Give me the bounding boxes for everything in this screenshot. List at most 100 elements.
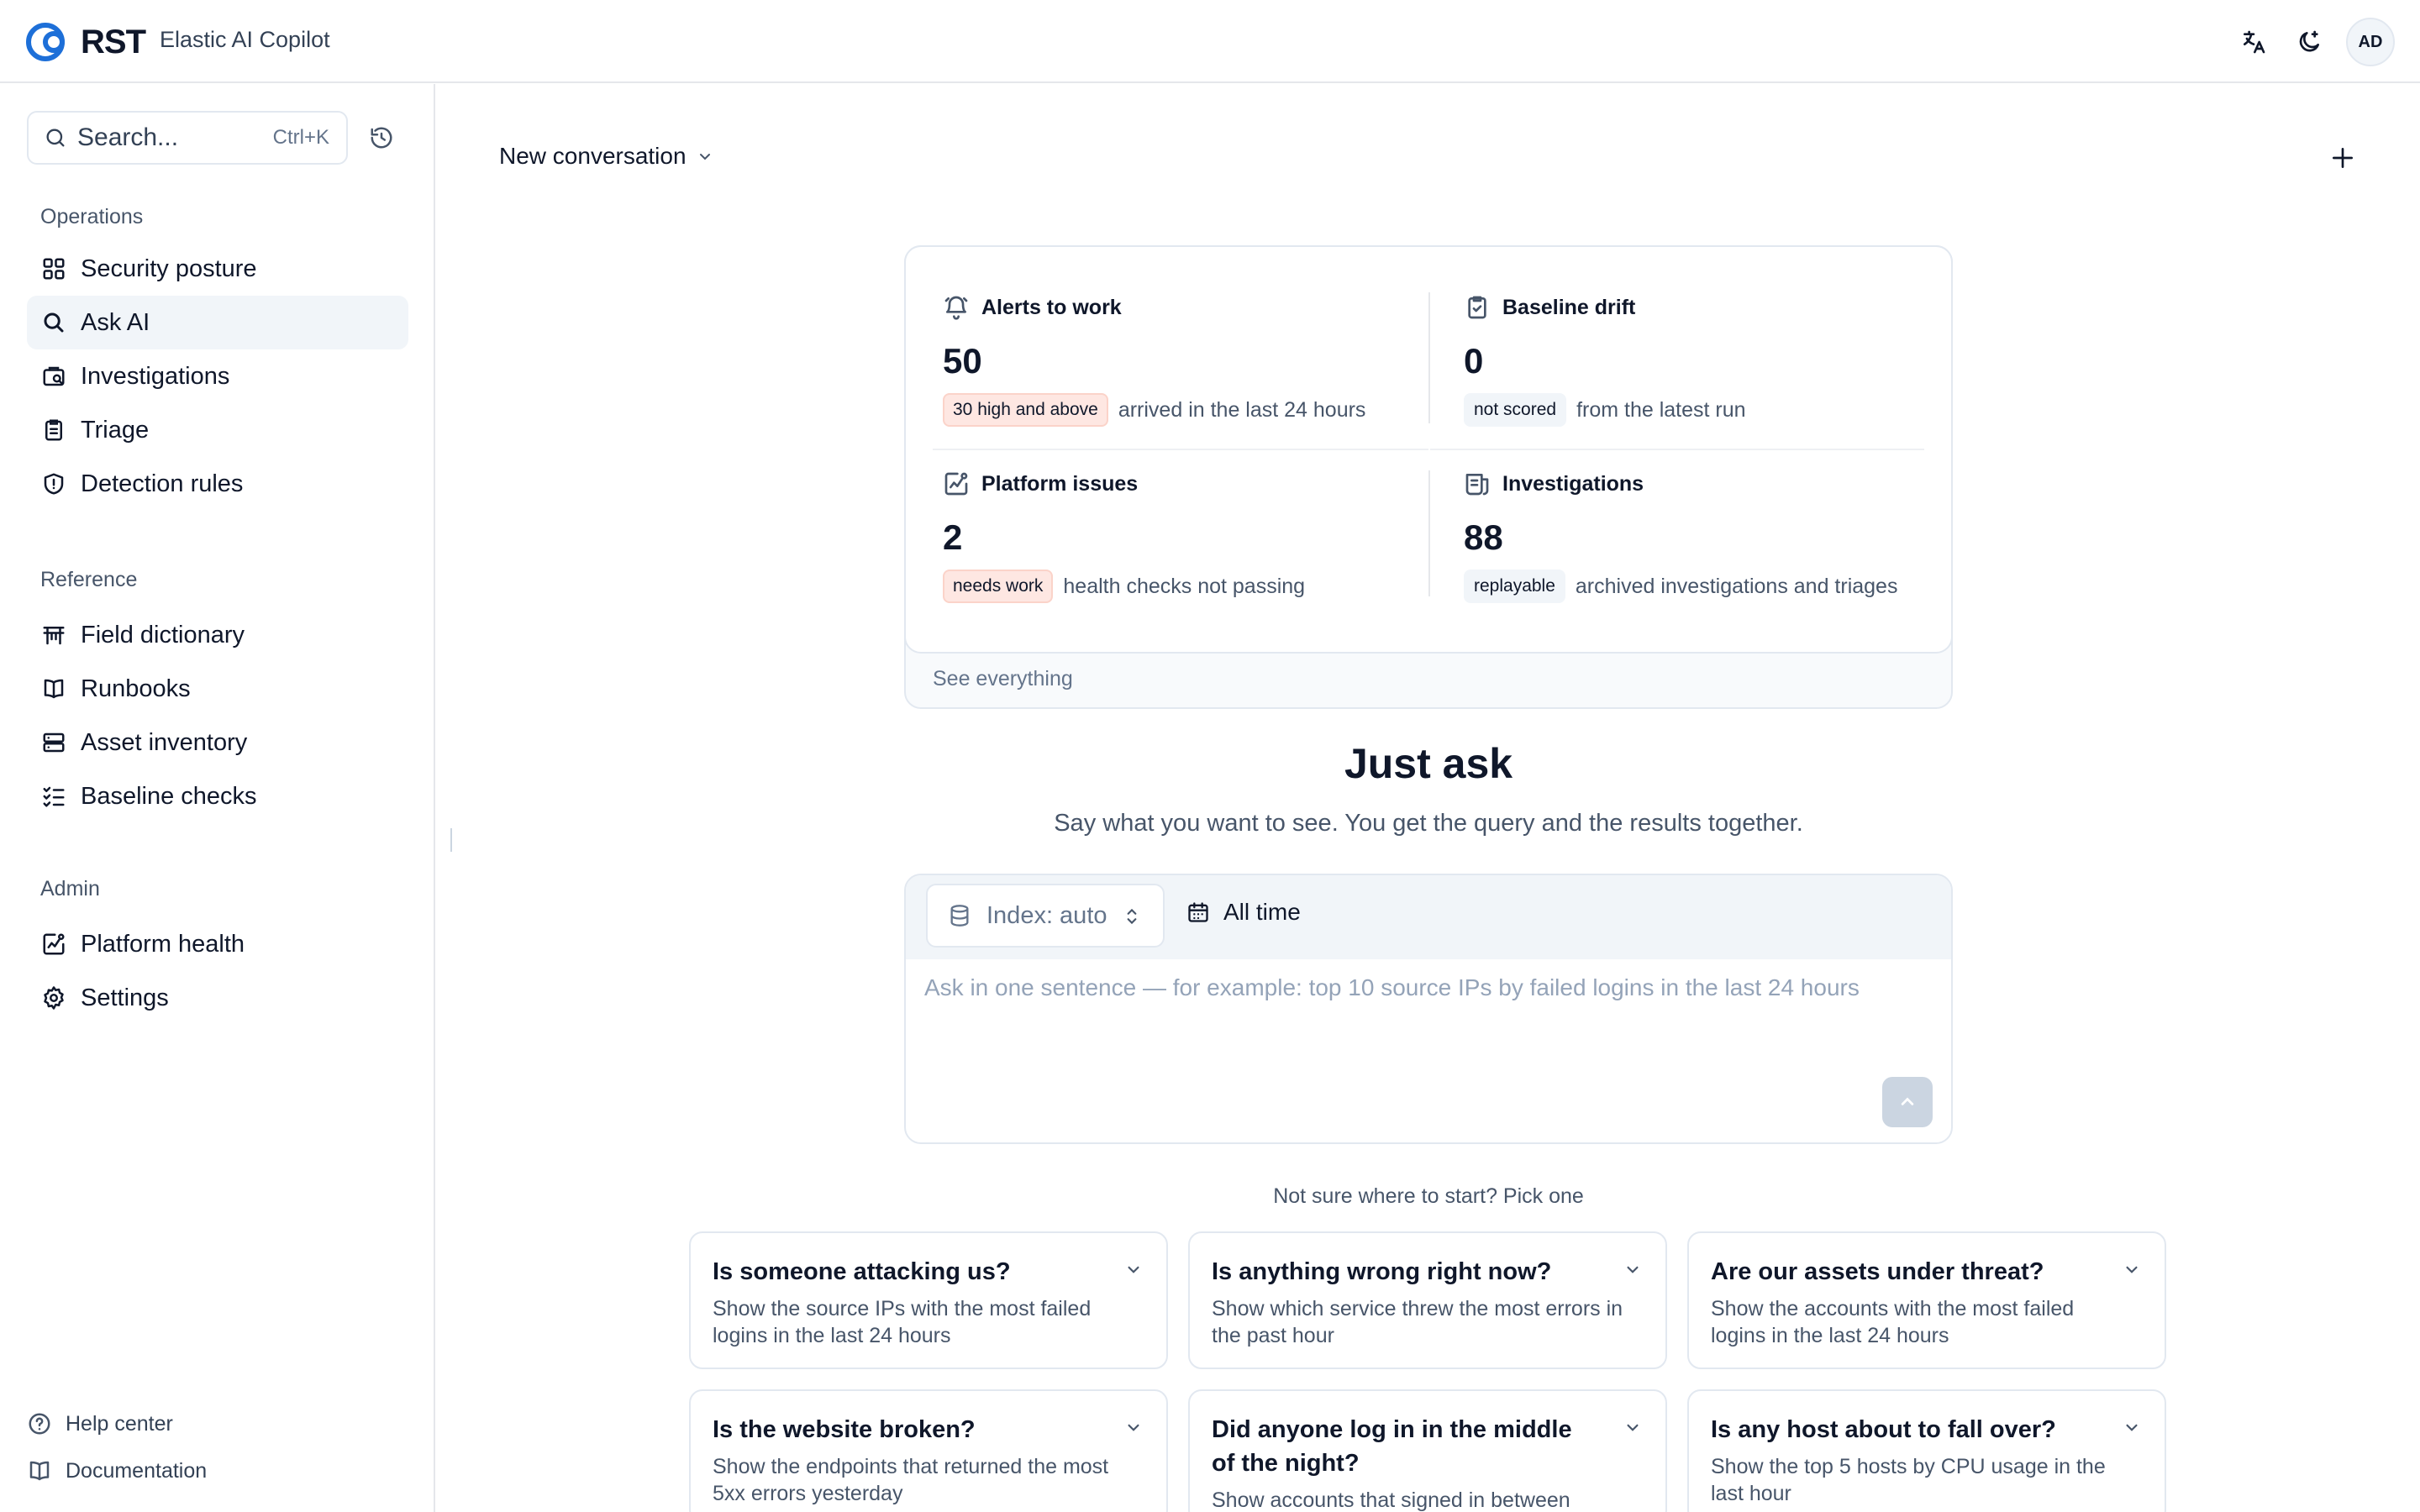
suggestion-question: Is any host about to fall over? <box>1711 1416 2056 1443</box>
suggestion-question: Did anyone log in in the middle of the n… <box>1212 1416 1572 1477</box>
chevron-down-icon <box>2126 1266 2138 1273</box>
sidebar-item-label: Runbooks <box>81 675 191 702</box>
book-icon <box>29 1461 50 1481</box>
stat-platform-issues[interactable]: Platform issues 2 needs work health chec… <box>943 470 1413 605</box>
stat-description: arrived in the last 24 hours <box>1118 397 1366 422</box>
database-icon <box>950 905 969 927</box>
index-selector[interactable]: Index: auto <box>926 884 1165 948</box>
sidebar-item-investigations[interactable]: Investigations <box>27 349 408 403</box>
history-icon[interactable] <box>365 121 398 155</box>
suggestions-title: Not sure where to start? Pick one <box>1273 1184 1584 1208</box>
suggestion-question: Is anything wrong right now? <box>1212 1258 1552 1285</box>
sidebar-resize-handle[interactable] <box>450 828 452 852</box>
stat-title: Investigations <box>1502 471 1644 496</box>
sidebar-item-baseline-checks[interactable]: Baseline checks <box>27 769 408 823</box>
stats-divider <box>1428 292 1430 423</box>
sidebar-item-settings[interactable]: Settings <box>27 971 408 1025</box>
prompt-input[interactable]: Ask in one sentence — for example: top 1… <box>924 974 1860 1001</box>
suggestion-card[interactable]: Is the website broken? Show the endpoint… <box>689 1389 1168 1512</box>
status-badge: not scored <box>1464 393 1567 427</box>
search-icon <box>40 309 67 336</box>
stats-divider <box>933 449 1428 450</box>
status-badge: needs work <box>943 570 1054 603</box>
sidebar-item-platform-health[interactable]: Platform health <box>27 917 408 971</box>
sidebar-item-label: Baseline checks <box>81 782 257 810</box>
stat-value: 88 <box>1464 517 1503 557</box>
stat-value: 0 <box>1464 341 1484 381</box>
hero-title: Just ask <box>1344 740 1513 787</box>
see-everything-link[interactable]: See everything <box>933 667 1073 691</box>
top-bar: RST Elastic AI Copilot AD <box>0 0 2420 83</box>
health-icon <box>40 931 67 958</box>
search-input[interactable]: Search... Ctrl+K <box>27 111 348 165</box>
stats-divider <box>1428 470 1430 596</box>
suggestion-card[interactable]: Did anyone log in in the middle of the n… <box>1188 1389 1667 1512</box>
sidebar-item-triage[interactable]: Triage <box>27 403 408 457</box>
search-shortcut: Ctrl+K <box>272 126 329 149</box>
sidebar-item-detection-rules[interactable]: Detection rules <box>27 457 408 511</box>
table-icon <box>40 622 67 648</box>
sidebar-item-asset-inventory[interactable]: Asset inventory <box>27 716 408 769</box>
hero-subtitle: Say what you want to see. You get the qu… <box>1054 810 1803 837</box>
health-icon <box>944 472 968 496</box>
suggestion-question: Is the website broken? <box>713 1416 976 1443</box>
conversation-title: New conversation <box>499 143 687 169</box>
suggestion-query: Show the accounts with the most failed l… <box>1711 1297 2075 1347</box>
checklist-icon <box>40 783 67 810</box>
conversation-selector[interactable]: New conversation <box>499 143 715 170</box>
stat-baseline-drift[interactable]: Baseline drift 0 not scored from the lat… <box>1464 294 1934 428</box>
new-conversation-button[interactable] <box>2324 139 2361 176</box>
sidebar: Search... Ctrl+K Operations Security pos… <box>0 84 435 1512</box>
documentation-link[interactable]: Documentation <box>27 1458 207 1483</box>
clipboard-icon <box>40 417 67 444</box>
stat-alerts-to-work[interactable]: Alerts to work 50 30 high and above arri… <box>943 294 1413 428</box>
chevron-down-icon <box>2126 1424 2138 1431</box>
calendar-icon <box>1188 902 1208 922</box>
stat-investigations[interactable]: Investigations 88 replayable archived in… <box>1464 470 1943 605</box>
suggestion-card[interactable]: Is someone attacking us? Show the source… <box>689 1231 1168 1369</box>
chevron-up-down-icon <box>1127 908 1137 925</box>
search-placeholder: Search... <box>77 123 179 151</box>
section-title-admin: Admin <box>40 877 100 900</box>
index-selector-label: Index: auto <box>986 901 1107 929</box>
sidebar-item-ask-ai[interactable]: Ask AI <box>27 296 408 349</box>
bell-icon <box>944 296 968 320</box>
suggestion-card[interactable]: Is any host about to fall over? Show the… <box>1687 1389 2166 1512</box>
sidebar-item-label: Settings <box>81 984 169 1011</box>
send-button[interactable] <box>1882 1077 1933 1127</box>
scroll-icon <box>1465 474 1489 496</box>
book-icon <box>40 675 67 702</box>
sidebar-item-label: Detection rules <box>81 470 244 497</box>
gear-icon <box>40 984 67 1011</box>
time-range-selector[interactable]: All time <box>1186 899 1301 926</box>
status-badge: 30 high and above <box>943 393 1108 427</box>
help-center-link[interactable]: Help center <box>27 1411 173 1436</box>
avatar[interactable]: AD <box>2346 18 2395 66</box>
sidebar-item-runbooks[interactable]: Runbooks <box>27 662 408 716</box>
suggestion-query: Show which service threw the most errors… <box>1212 1297 1623 1347</box>
sidebar-item-label: Triage <box>81 416 150 444</box>
logo[interactable]: RST <box>24 20 146 64</box>
suggestion-card[interactable]: Are our assets under threat? Show the ac… <box>1687 1231 2166 1369</box>
chevron-down-icon <box>1627 1424 1639 1431</box>
clipboard-check-icon <box>1468 296 1486 319</box>
sidebar-item-security-posture[interactable]: Security posture <box>27 242 408 296</box>
status-badge: replayable <box>1464 570 1565 603</box>
stat-title: Platform issues <box>981 471 1139 496</box>
case-icon <box>40 363 67 390</box>
stat-description: from the latest run <box>1576 397 1746 422</box>
translate-icon[interactable] <box>2237 25 2270 59</box>
theme-toggle-icon[interactable] <box>2292 25 2326 59</box>
chevron-down-icon <box>1627 1266 1639 1273</box>
stat-description: archived investigations and triages <box>1575 574 1898 598</box>
sidebar-item-field-dictionary[interactable]: Field dictionary <box>27 608 408 662</box>
suggestion-card[interactable]: Is anything wrong right now? Show which … <box>1188 1231 1667 1369</box>
suggestion-query: Show the endpoints that returned the mos… <box>713 1455 1109 1505</box>
help-icon <box>29 1413 50 1435</box>
suggestion-question: Is someone attacking us? <box>713 1258 1011 1285</box>
sidebar-item-label: Security posture <box>81 255 257 282</box>
stat-title: Alerts to work <box>981 295 1122 319</box>
chevron-down-icon <box>1128 1266 1139 1273</box>
query-composer: Index: auto All time Ask in one sentence… <box>904 874 1953 1144</box>
logo-text: RST <box>81 23 146 60</box>
